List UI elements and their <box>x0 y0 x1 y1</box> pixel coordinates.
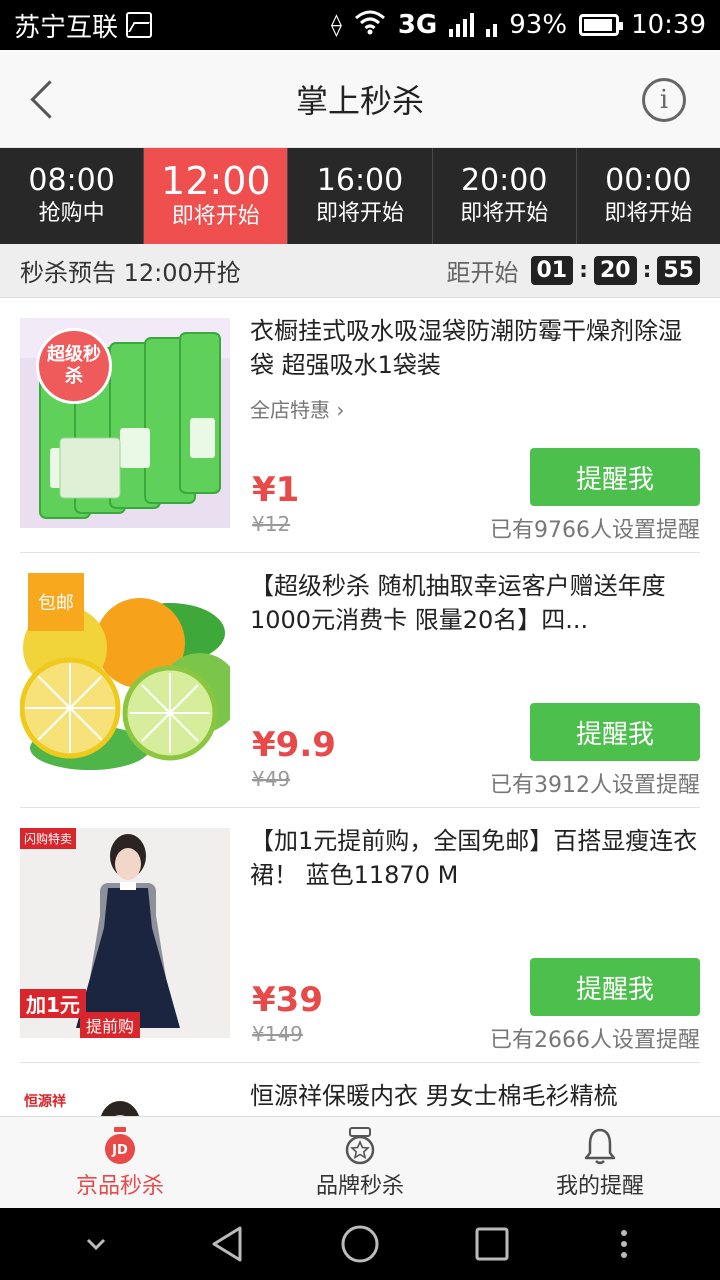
product-item[interactable]: 闪购特卖 加1元 提前购 【加1元提前购，全国免邮】百搭显瘦连衣裙！ 蓝色118… <box>20 808 700 1063</box>
tab-time: 12:00 <box>161 159 271 203</box>
original-price: ¥49 <box>252 767 291 791</box>
signal-2-icon <box>486 13 498 37</box>
countdown-separator: : <box>642 258 652 283</box>
nav-label: 品牌秒杀 <box>315 1173 404 1199</box>
wifi-icon <box>354 9 386 42</box>
nav-label: 京品秒杀 <box>75 1173 164 1199</box>
back-triangle-icon[interactable] <box>204 1220 252 1268</box>
back-button[interactable] <box>24 76 64 122</box>
tab-time: 20:00 <box>460 163 548 198</box>
sale-price: ¥1 <box>252 470 300 510</box>
nav-jd-flash-sale[interactable]: JD 京品秒杀 <box>0 1117 240 1208</box>
countdown: 距开始 01 : 20 : 55 <box>446 253 700 288</box>
recents-square-icon[interactable] <box>468 1220 516 1268</box>
product-badge: 超级秒杀 <box>36 328 112 404</box>
network-type: 3G <box>397 10 438 40</box>
brand-logo: 恒源祥 <box>24 1094 66 1110</box>
tab-status: 即将开始 <box>460 201 549 226</box>
signal-1-icon <box>449 13 475 37</box>
early-buy-badge: 提前购 <box>80 1012 141 1038</box>
tab-1200[interactable]: 12:00 即将开始 <box>144 148 289 244</box>
shop-promo-link[interactable]: 全店特惠 › <box>250 394 344 423</box>
sale-price: ¥9.9 <box>252 725 336 765</box>
original-price: ¥12 <box>252 512 291 536</box>
countdown-seconds: 55 <box>657 256 700 285</box>
countdown-minutes: 20 <box>593 256 637 285</box>
svg-text:JD: JD <box>111 1143 128 1158</box>
carrier-name: 苏宁互联 <box>14 12 119 43</box>
collapse-chevron-icon[interactable] <box>72 1220 120 1268</box>
product-image-lemons[interactable]: 包邮 <box>20 573 230 783</box>
battery-percent: 93% <box>509 10 568 40</box>
preview-bar: 秒杀预告 12:00开抢 距开始 01 : 20 : 55 <box>0 244 720 298</box>
time-slot-tabs: 08:00 抢购中 12:00 即将开始 16:00 即将开始 20:00 即将… <box>0 148 720 244</box>
shop-promo-label: 全店特惠 <box>250 398 330 422</box>
tab-time: 16:00 <box>316 163 404 198</box>
page-title: 掌上秒杀 <box>295 81 424 120</box>
home-circle-icon[interactable] <box>336 1220 384 1268</box>
sale-price: ¥39 <box>252 980 323 1020</box>
countdown-separator: : <box>579 258 588 283</box>
product-title[interactable]: 恒源祥保暖内衣 男女士棉毛衫精梳 <box>250 1079 700 1113</box>
remind-count: 已有3912人设置提醒 <box>490 773 700 798</box>
original-price: ¥149 <box>252 1022 303 1046</box>
vibrate-icon: ⟠ <box>330 12 342 38</box>
product-title[interactable]: 【加1元提前购，全国免邮】百搭显瘦连衣裙！ 蓝色11870 M <box>250 824 700 892</box>
countdown-hours: 01 <box>530 256 574 285</box>
product-item[interactable]: 包邮 【超级秒杀 随机抽取幸运客户赠送年度1000元消费卡 限量20名】四...… <box>20 553 700 808</box>
more-dots-icon[interactable] <box>600 1220 648 1268</box>
tab-1600[interactable]: 16:00 即将开始 <box>288 148 433 244</box>
flash-sale-badge: 闪购特卖 <box>20 828 77 849</box>
preview-label: 秒杀预告 12:00开抢 <box>20 259 241 287</box>
info-icon[interactable]: i <box>642 78 686 122</box>
plus-one-yuan-badge: 加1元 <box>20 989 86 1018</box>
nav-my-reminders[interactable]: 我的提醒 <box>480 1117 720 1208</box>
system-nav-bar <box>0 1208 720 1280</box>
tab-status: 即将开始 <box>604 201 693 226</box>
product-title[interactable]: 【超级秒杀 随机抽取幸运客户赠送年度1000元消费卡 限量20名】四... <box>250 569 700 637</box>
product-list: 超级秒杀 衣橱挂式吸水吸湿袋防潮防霉干燥剂除湿袋 超强吸水1袋装 全店特惠 › … <box>0 298 720 1116</box>
jd-stopwatch-icon: JD <box>100 1126 140 1166</box>
product-item[interactable]: 超级秒杀 衣橱挂式吸水吸湿袋防潮防霉干燥剂除湿袋 超强吸水1袋装 全店特惠 › … <box>20 298 700 553</box>
tab-status: 即将开始 <box>316 201 405 226</box>
tab-status: 抢购中 <box>38 201 105 226</box>
remind-me-button[interactable]: 提醒我 <box>530 703 700 761</box>
remind-count: 已有2666人设置提醒 <box>490 1028 700 1053</box>
bottom-nav: JD 京品秒杀 品牌秒杀 我的提醒 <box>0 1116 720 1208</box>
image-notification-icon <box>126 12 153 38</box>
app-header: 掌上秒杀 i <box>0 50 720 148</box>
bell-icon <box>582 1126 618 1166</box>
product-item[interactable]: 恒源祥 恒源祥保暖内衣 男女士棉毛衫精梳 <box>20 1063 700 1116</box>
tab-time: 08:00 <box>28 163 115 198</box>
tab-2000[interactable]: 20:00 即将开始 <box>433 148 577 244</box>
tab-status: 即将开始 <box>171 204 260 229</box>
nav-label: 我的提醒 <box>555 1173 644 1199</box>
clock: 10:39 <box>631 10 706 40</box>
remind-count: 已有9766人设置提醒 <box>490 518 700 543</box>
nav-brand-flash-sale[interactable]: 品牌秒杀 <box>240 1117 480 1208</box>
tab-0800[interactable]: 08:00 抢购中 <box>0 148 145 244</box>
product-title[interactable]: 衣橱挂式吸水吸湿袋防潮防霉干燥剂除湿袋 超强吸水1袋装 <box>250 314 700 382</box>
product-image-underwear[interactable]: 恒源祥 <box>20 1083 230 1116</box>
medal-icon <box>342 1126 378 1166</box>
remind-me-button[interactable]: 提醒我 <box>530 958 700 1016</box>
tab-0000[interactable]: 00:00 即将开始 <box>577 148 720 244</box>
battery-icon <box>579 14 624 36</box>
status-bar: 苏宁互联 ⟠ 3G 93% 10:39 <box>0 0 720 50</box>
product-image-dress[interactable]: 闪购特卖 加1元 提前购 <box>20 828 230 1038</box>
free-shipping-badge: 包邮 <box>28 573 84 631</box>
remind-me-button[interactable]: 提醒我 <box>530 448 700 506</box>
chevron-right-icon: › <box>336 398 345 422</box>
tab-time: 00:00 <box>605 163 692 198</box>
countdown-label: 距开始 <box>446 259 519 287</box>
product-image-dehumidifier[interactable]: 超级秒杀 <box>20 318 230 528</box>
